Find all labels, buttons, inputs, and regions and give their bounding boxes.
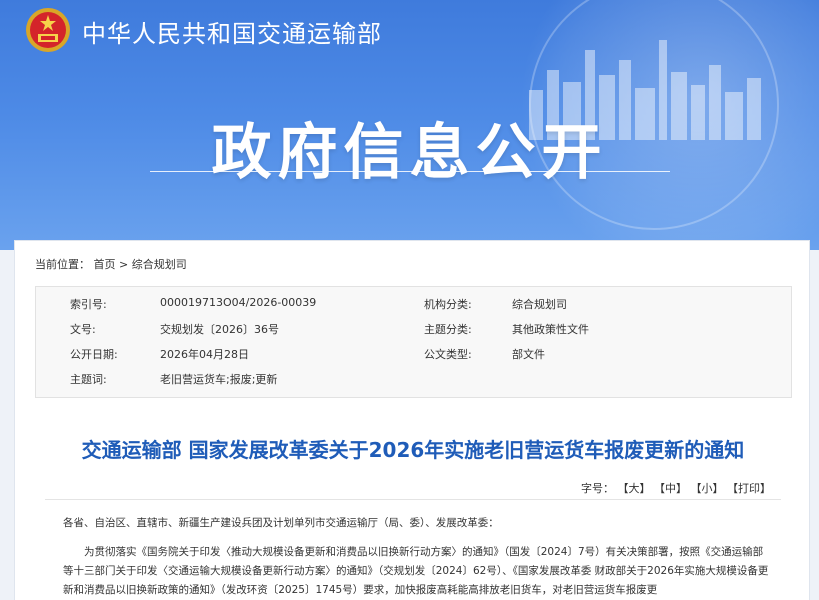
breadcrumb-separator: > xyxy=(119,258,129,271)
font-size-label: 字号： xyxy=(581,482,614,495)
meta-row: 文号: 交规划发〔2026〕36号 主题分类: 其他政策性文件 xyxy=(36,314,793,339)
content-panel: 当前位置： 首页 > 综合规划司 索引号: 000019713O04/2026-… xyxy=(14,240,810,600)
meta-row: 主题词: 老旧营运货车;报废;更新 xyxy=(36,364,793,389)
header-banner: 中华人民共和国交通运输部 政府信息公开 xyxy=(0,0,819,250)
meta-value: 2026年04月28日 xyxy=(160,348,249,361)
meta-label: 公开日期: xyxy=(70,348,118,361)
font-large-button[interactable]: 【大】 xyxy=(618,482,651,495)
meta-value: 老旧营运货车;报废;更新 xyxy=(160,373,278,386)
font-medium-button[interactable]: 【中】 xyxy=(654,482,687,495)
meta-label: 机构分类: xyxy=(424,298,472,311)
ministry-name[interactable]: 中华人民共和国交通运输部 xyxy=(82,14,382,49)
breadcrumb: 当前位置： 首页 > 综合规划司 xyxy=(35,256,187,272)
breadcrumb-label: 当前位置： xyxy=(35,258,90,271)
meta-row: 索引号: 000019713O04/2026-00039 机构分类: 综合规划司 xyxy=(36,289,793,314)
meta-row: 公开日期: 2026年04月28日 公文类型: 部文件 xyxy=(36,339,793,364)
meta-value: 000019713O04/2026-00039 xyxy=(160,296,317,309)
font-size-controls: 字号： 【大】 【中】 【小】 【打印】 xyxy=(581,480,771,496)
meta-value: 其他政策性文件 xyxy=(512,323,589,336)
meta-label: 公文类型: xyxy=(424,348,472,361)
font-small-button[interactable]: 【小】 xyxy=(691,482,724,495)
meta-value: 综合规划司 xyxy=(512,298,567,311)
breadcrumb-current-link[interactable]: 综合规划司 xyxy=(132,258,187,271)
national-emblem-icon xyxy=(26,8,70,52)
print-button[interactable]: 【打印】 xyxy=(727,482,771,495)
meta-label: 主题分类: xyxy=(424,323,472,336)
body-paragraph: 为贯彻落实《国务院关于印发〈推动大规模设备更新和消费品以旧换新行动方案〉的通知》… xyxy=(63,546,769,596)
article-title: 交通运输部 国家发展改革委关于2026年实施老旧营运货车报废更新的通知 xyxy=(81,438,745,462)
breadcrumb-home-link[interactable]: 首页 xyxy=(94,258,116,271)
divider xyxy=(45,499,781,500)
title-underline xyxy=(150,171,670,172)
meta-value: 部文件 xyxy=(512,348,545,361)
salutation-paragraph: 各省、自治区、直辖市、新疆生产建设兵团及计划单列市交通运输厅（局、委）、发展改革… xyxy=(63,517,499,529)
meta-label: 主题词: xyxy=(70,373,107,386)
document-meta-table: 索引号: 000019713O04/2026-00039 机构分类: 综合规划司… xyxy=(35,286,792,398)
meta-label: 索引号: xyxy=(70,298,107,311)
banner-title: 政府信息公开 xyxy=(211,118,608,188)
meta-value: 交规划发〔2026〕36号 xyxy=(160,323,279,336)
meta-label: 文号: xyxy=(70,323,96,336)
